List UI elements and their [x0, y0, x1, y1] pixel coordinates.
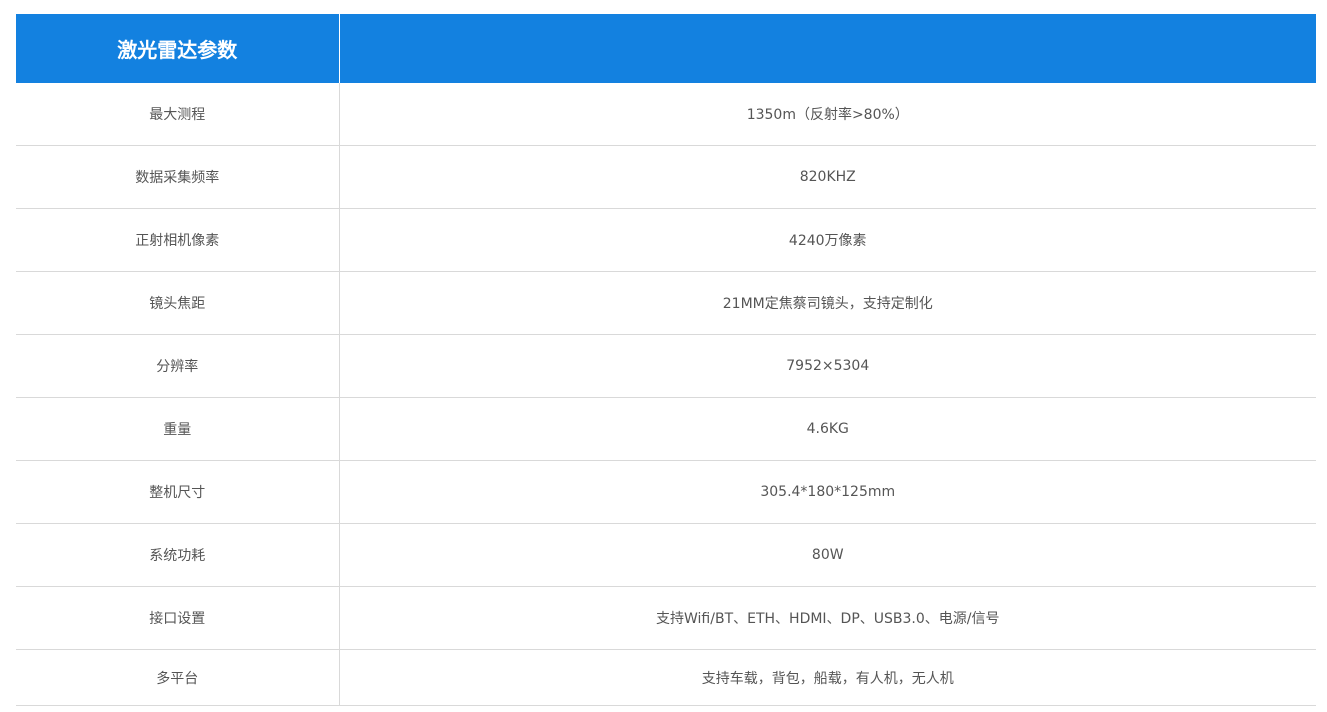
table-row: 正射相机像素 4240万像素	[16, 208, 1316, 272]
spec-label: 接口设置	[16, 586, 340, 650]
spec-value: 4240万像素	[339, 208, 1316, 272]
table-row: 重量 4.6KG	[16, 397, 1316, 461]
spec-value: 80W	[339, 523, 1316, 587]
spec-value: 支持车载，背包，船载，有人机，无人机	[339, 649, 1316, 706]
spec-label: 系统功耗	[16, 523, 340, 587]
table-row: 系统功耗 80W	[16, 523, 1316, 587]
table-title: 激光雷达参数	[16, 14, 340, 83]
spec-value: 1350m（反射率>80%）	[339, 83, 1316, 146]
spec-value: 7952×5304	[339, 334, 1316, 398]
spec-label: 正射相机像素	[16, 208, 340, 272]
spec-label: 整机尺寸	[16, 460, 340, 524]
lidar-spec-table: 激光雷达参数 最大测程 1350m（反射率>80%） 数据采集频率 820KHZ…	[16, 14, 1316, 706]
spec-label: 最大测程	[16, 83, 340, 146]
table-row: 镜头焦距 21MM定焦蔡司镜头，支持定制化	[16, 271, 1316, 335]
spec-value: 4.6KG	[339, 397, 1316, 461]
spec-value: 21MM定焦蔡司镜头，支持定制化	[339, 271, 1316, 335]
spec-label: 分辨率	[16, 334, 340, 398]
table-header-row: 激光雷达参数	[16, 14, 1316, 83]
spec-label: 多平台	[16, 649, 340, 706]
table-row: 多平台 支持车载，背包，船载，有人机，无人机	[16, 649, 1316, 706]
table-row: 分辨率 7952×5304	[16, 334, 1316, 398]
table-row: 数据采集频率 820KHZ	[16, 145, 1316, 209]
spec-value: 支持Wifi/BT、ETH、HDMI、DP、USB3.0、电源/信号	[339, 586, 1316, 650]
table-row: 最大测程 1350m（反射率>80%）	[16, 83, 1316, 146]
spec-value: 305.4*180*125mm	[339, 460, 1316, 524]
table-title-value	[339, 14, 1316, 83]
spec-value: 820KHZ	[339, 145, 1316, 209]
spec-label: 重量	[16, 397, 340, 461]
spec-label: 镜头焦距	[16, 271, 340, 335]
table-row: 接口设置 支持Wifi/BT、ETH、HDMI、DP、USB3.0、电源/信号	[16, 586, 1316, 650]
table-row: 整机尺寸 305.4*180*125mm	[16, 460, 1316, 524]
spec-label: 数据采集频率	[16, 145, 340, 209]
